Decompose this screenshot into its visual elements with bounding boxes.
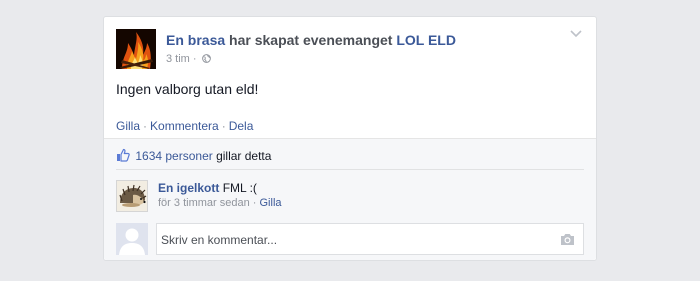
comment-button[interactable]: Kommentera	[150, 119, 219, 133]
like-button[interactable]: Gilla	[116, 119, 140, 133]
meta-separator: ·	[192, 53, 197, 65]
status-text: Ingen valborg utan eld!	[116, 81, 259, 97]
commenter-avatar[interactable]	[116, 180, 148, 212]
event-link[interactable]: LOL ELD	[396, 32, 456, 48]
comment-meta: för 3 timmar sedan · Gilla	[158, 197, 282, 209]
action-separator: ·	[143, 119, 148, 133]
fire-icon	[116, 29, 156, 69]
comment-input-placeholder: Skriv en kommentar...	[161, 233, 278, 247]
hedgehog-icon	[117, 181, 147, 211]
divider	[116, 169, 584, 170]
comment-timestamp[interactable]: för 3 timmar sedan	[158, 197, 250, 209]
likers-link[interactable]: 1634 personer	[135, 149, 212, 163]
page-profile-picture[interactable]	[116, 29, 156, 69]
like-suffix: gillar detta	[216, 149, 272, 163]
like-sentence: 1634 personer gillar detta	[116, 148, 584, 163]
author-link[interactable]: En brasa	[166, 32, 225, 48]
commenter-name[interactable]: En igelkott	[158, 181, 219, 195]
chevron-down-icon[interactable]	[570, 29, 582, 39]
feed-story: En brasa har skapat evenemanget LOL ELD …	[103, 16, 597, 261]
share-button[interactable]: Dela	[229, 119, 254, 133]
default-avatar-icon	[116, 223, 148, 255]
story-header: En brasa har skapat evenemanget LOL ELD …	[116, 29, 584, 69]
comment-item: En igelkott FML :( för 3 timmar sedan · …	[116, 180, 584, 212]
story-actions: Gilla · Kommentera · Dela	[116, 119, 253, 133]
globe-icon[interactable]	[201, 54, 211, 63]
comment-body: En igelkott FML :(	[158, 181, 257, 195]
comment-text: FML :(	[222, 181, 257, 195]
story-headline: En brasa har skapat evenemanget LOL ELD	[166, 32, 456, 48]
comment-meta-separator: ·	[252, 197, 257, 209]
feedback-section: 1634 personer gillar detta En igelkott F…	[104, 138, 596, 260]
comment-input[interactable]: Skriv en kommentar...	[156, 223, 584, 255]
action-separator: ·	[221, 119, 226, 133]
timestamp-link[interactable]: 3 tim	[166, 53, 190, 65]
comment-composer: Skriv en kommentar...	[116, 223, 584, 255]
story-meta: 3 tim ·	[166, 53, 211, 65]
thumbs-up-icon	[117, 148, 130, 162]
camera-icon[interactable]	[560, 233, 575, 246]
viewer-avatar	[116, 223, 148, 255]
headline-action-text: har skapat evenemanget	[229, 32, 393, 48]
comment-like-button[interactable]: Gilla	[260, 197, 282, 209]
